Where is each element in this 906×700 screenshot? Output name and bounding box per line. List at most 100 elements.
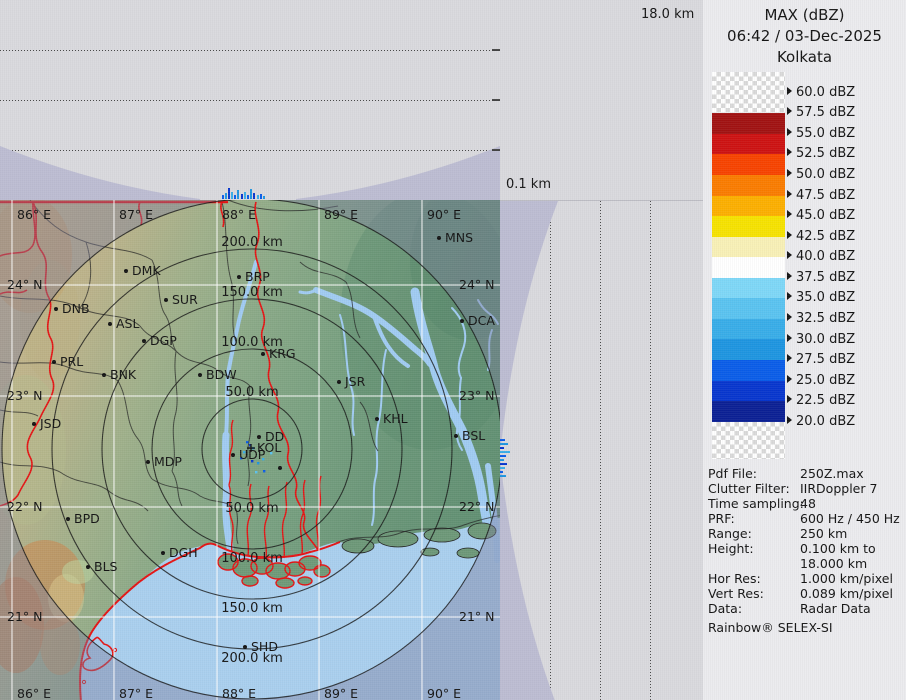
colorbar-cell bbox=[712, 175, 785, 196]
city-dot bbox=[243, 645, 247, 649]
meridian-label: 88° E bbox=[222, 686, 256, 700]
tick-arrow-icon bbox=[787, 395, 792, 403]
metadata-value: 250 km bbox=[800, 526, 847, 541]
profile-axis-corner: 18.0 km 0.1 km bbox=[500, 0, 703, 200]
metadata-row: Vert Res:0.089 km/pixel bbox=[708, 586, 904, 601]
tick-arrow-icon bbox=[787, 231, 792, 239]
profile-echo-bar bbox=[263, 196, 265, 199]
meridian-label: 89° E bbox=[324, 207, 358, 222]
city-dot bbox=[142, 339, 146, 343]
vertical-profile-top-panel bbox=[0, 0, 500, 200]
meridian-label: 86° E bbox=[17, 686, 51, 700]
city-label: MDP bbox=[154, 454, 182, 469]
metadata-label: Height: bbox=[708, 541, 754, 556]
range-ring-label: 200.0 km bbox=[221, 235, 283, 250]
station-name: Kolkata bbox=[703, 47, 906, 68]
profile-echo-bar bbox=[225, 193, 227, 199]
dbz-tick: 55.0 dBZ bbox=[787, 126, 855, 142]
tick-arrow-icon bbox=[787, 210, 792, 218]
metadata-label: Pdf File: bbox=[708, 466, 757, 481]
city-label: SUR bbox=[172, 292, 198, 307]
colorbar-cell bbox=[712, 237, 785, 258]
height-axis-max-label: 18.0 km bbox=[641, 7, 694, 22]
coverage-wedge bbox=[296, 146, 500, 200]
profile-echo-bar bbox=[253, 193, 255, 199]
radar-display-window: 18.0 km 0.1 km bbox=[0, 0, 906, 700]
top-profile-graphic bbox=[0, 0, 500, 200]
city-label: PRL bbox=[60, 354, 83, 369]
colorbar-cell bbox=[712, 401, 785, 422]
echo-cell bbox=[246, 441, 248, 443]
metadata-value: 18.000 km bbox=[800, 556, 867, 571]
product-datetime: 06:42 / 03-Dec-2025 bbox=[703, 26, 906, 47]
city-dot bbox=[54, 307, 58, 311]
meridian-label: 88° E bbox=[222, 207, 256, 222]
parallel-label: 24° N bbox=[459, 277, 494, 292]
city-label: JSR bbox=[344, 374, 366, 389]
metadata-value: 48 bbox=[800, 496, 816, 511]
city-label: BPD bbox=[74, 511, 100, 526]
axis-tick bbox=[492, 149, 500, 151]
tick-arrow-icon bbox=[787, 334, 792, 342]
colorbar-cell bbox=[712, 278, 785, 299]
product-title: MAX (dBZ) bbox=[703, 5, 906, 26]
colorbar-cell bbox=[712, 381, 785, 402]
city-dot bbox=[278, 466, 282, 470]
colorbar-cell bbox=[712, 154, 785, 175]
top-profile-echoes bbox=[222, 188, 265, 199]
city-dot bbox=[52, 360, 56, 364]
city-dot bbox=[257, 435, 261, 439]
legend-panel: MAX (dBZ) 06:42 / 03-Dec-2025 Kolkata 60… bbox=[703, 0, 906, 700]
city-dot bbox=[437, 236, 441, 240]
dbz-tick: 47.5 dBZ bbox=[787, 188, 855, 204]
city-dot bbox=[32, 422, 36, 426]
range-ring-label: 50.0 km bbox=[225, 385, 278, 400]
parallel-label: 23° N bbox=[459, 388, 494, 403]
dbz-tick: 52.5 dBZ bbox=[787, 146, 855, 162]
profile-echo-bar bbox=[500, 443, 508, 445]
colorbar-cell bbox=[712, 298, 785, 319]
tick-arrow-icon bbox=[787, 190, 792, 198]
metadata-label: Data: bbox=[708, 601, 742, 616]
profile-echo-bar bbox=[500, 455, 506, 457]
parallel-label: 21° N bbox=[7, 609, 42, 624]
metadata-value: 0.089 km/pixel bbox=[800, 586, 893, 601]
parallel-label: 23° N bbox=[7, 388, 42, 403]
city-dot bbox=[66, 517, 70, 521]
city-label: DCA bbox=[468, 313, 495, 328]
dbz-colorbar bbox=[712, 72, 785, 459]
radar-map: 86° E86° E87° E87° E88° E88° E89° E89° E… bbox=[0, 200, 500, 700]
tick-arrow-icon bbox=[787, 375, 792, 383]
tick-arrow-icon bbox=[787, 169, 792, 177]
parallel-label: 22° N bbox=[459, 499, 494, 514]
metadata-label: Clutter Filter: bbox=[708, 481, 790, 496]
city-dot bbox=[86, 565, 90, 569]
dbz-tick: 57.5 dBZ bbox=[787, 105, 855, 121]
dbz-tick: 35.0 dBZ bbox=[787, 290, 855, 306]
dbz-tick: 20.0 dBZ bbox=[787, 414, 855, 430]
profile-echo-bar bbox=[500, 451, 510, 453]
profile-echo-bar bbox=[500, 475, 506, 477]
meridian-label: 87° E bbox=[119, 207, 153, 222]
city-label: JSD bbox=[39, 416, 61, 431]
city-dot bbox=[454, 434, 458, 438]
colorbar-cell bbox=[712, 339, 785, 360]
city-label: DNB bbox=[62, 301, 90, 316]
profile-echo-bar bbox=[257, 195, 259, 199]
dbz-tick: 22.5 dBZ bbox=[787, 393, 855, 409]
map-graphic: 86° E86° E87° E87° E88° E88° E89° E89° E… bbox=[0, 200, 500, 700]
tick-arrow-icon bbox=[787, 87, 792, 95]
metadata-label: Hor Res: bbox=[708, 571, 761, 586]
profile-echo-bar bbox=[500, 463, 507, 465]
metadata-row: 18.000 km bbox=[708, 556, 904, 571]
dbz-tick: 50.0 dBZ bbox=[787, 167, 855, 183]
dbz-tick: 25.0 dBZ bbox=[787, 373, 855, 389]
profile-echo-bar bbox=[241, 194, 243, 199]
metadata-value: 250Z.max bbox=[800, 466, 864, 481]
tick-arrow-icon bbox=[787, 107, 792, 115]
profile-echo-bar bbox=[228, 188, 230, 199]
tick-arrow-icon bbox=[787, 128, 792, 136]
profile-echo-bar bbox=[231, 192, 233, 199]
metadata-value: IIRDoppler 7 bbox=[800, 481, 877, 496]
city-label: BDW bbox=[206, 367, 237, 382]
